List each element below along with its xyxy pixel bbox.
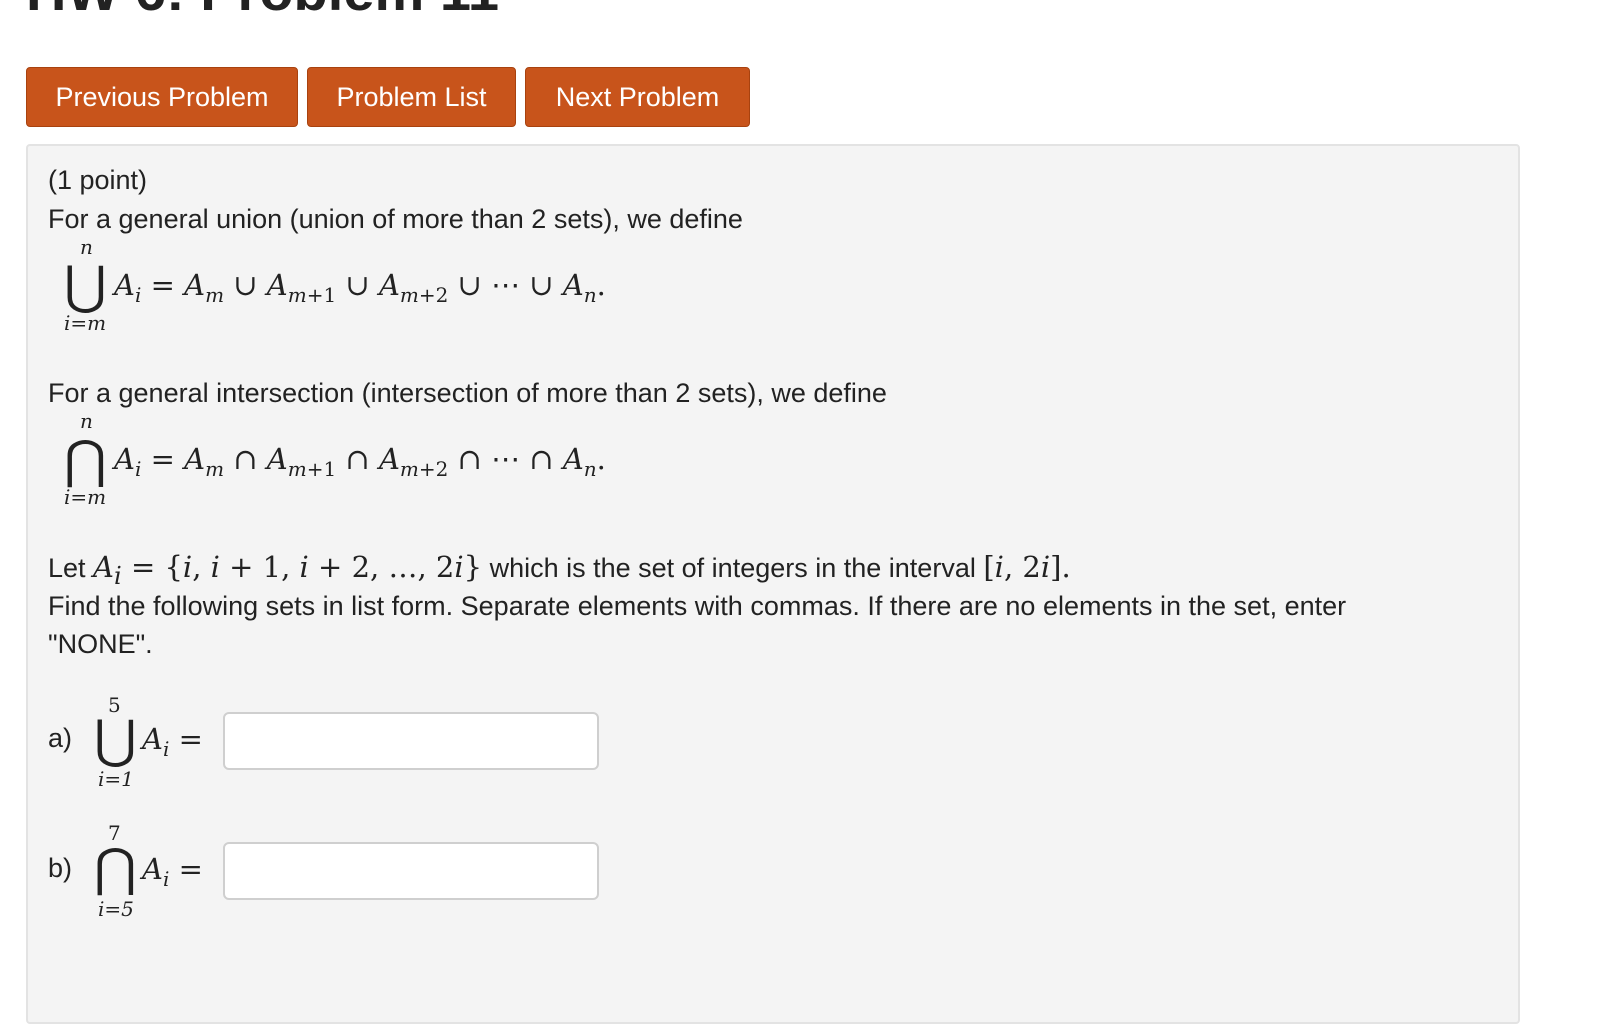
- problem-points: (1 point): [48, 165, 148, 195]
- part-b-intersection-symbol: ⋂: [94, 838, 137, 898]
- intersection-lower-limit: i=m: [64, 485, 107, 509]
- union-definition: n ⋃ i=m Ai = Am ∪ Am+1 ∪ Am+2 ∪ ⋯ ∪ An.: [48, 232, 688, 342]
- part-a-union-symbol: ⋃: [94, 710, 137, 770]
- intersection-formula: Ai = Am ∩ Am+1 ∩ Am+2 ∩ ⋯ ∩ An.: [114, 442, 606, 481]
- union-lower-limit: i=m: [64, 311, 107, 335]
- part-a-label: a): [48, 723, 73, 753]
- part-b-lower-text: i=5: [98, 897, 134, 921]
- big-intersection-symbol: ⋂: [64, 430, 107, 490]
- let-prefix: Let: [48, 553, 94, 583]
- part-b-answer-input[interactable]: [223, 842, 599, 900]
- instructions-line-1: Find the following sets in list form. Se…: [48, 591, 1347, 621]
- union-upper-limit: n: [80, 235, 93, 259]
- intersection-upper-limit: n: [80, 409, 93, 433]
- part-b-expression: Ai =: [142, 852, 203, 891]
- interval-math: [i, 2i].: [983, 550, 1071, 584]
- part-a-lower-text: i=1: [98, 767, 134, 791]
- intersection-definition: n ⋂ i=m Ai = Am ∩ Am+1 ∩ Am+2 ∩ ⋯ ∩ An.: [48, 406, 688, 516]
- part-b-label: b): [48, 853, 73, 883]
- problem-navigation: Previous Problem Problem List Next Probl…: [26, 67, 750, 127]
- problem-panel: (1 point) For a general union (union of …: [26, 144, 1520, 1024]
- part-a-answer-input[interactable]: [223, 712, 599, 770]
- union-formula: Ai = Am ∪ Am+1 ∪ Am+2 ∪ ⋯ ∪ An.: [114, 268, 606, 307]
- big-union-symbol: ⋃: [64, 256, 107, 316]
- let-middle-text: which is the set of integers in the inte…: [482, 553, 984, 583]
- set-definition-math: Ai = {i, i + 1, i + 2, …, 2i}: [93, 550, 483, 590]
- page-title: HW 6: Problem 11: [26, 0, 499, 23]
- previous-problem-button[interactable]: Previous Problem: [26, 67, 298, 127]
- part-a-lower-limit: i=1: [98, 768, 134, 790]
- part-b-lower-limit: i=5: [98, 898, 134, 920]
- next-problem-button[interactable]: Next Problem: [525, 67, 750, 127]
- part-a-expression: Ai =: [142, 722, 203, 761]
- instructions-line-2: "NONE".: [48, 629, 153, 659]
- problem-list-button[interactable]: Problem List: [307, 67, 516, 127]
